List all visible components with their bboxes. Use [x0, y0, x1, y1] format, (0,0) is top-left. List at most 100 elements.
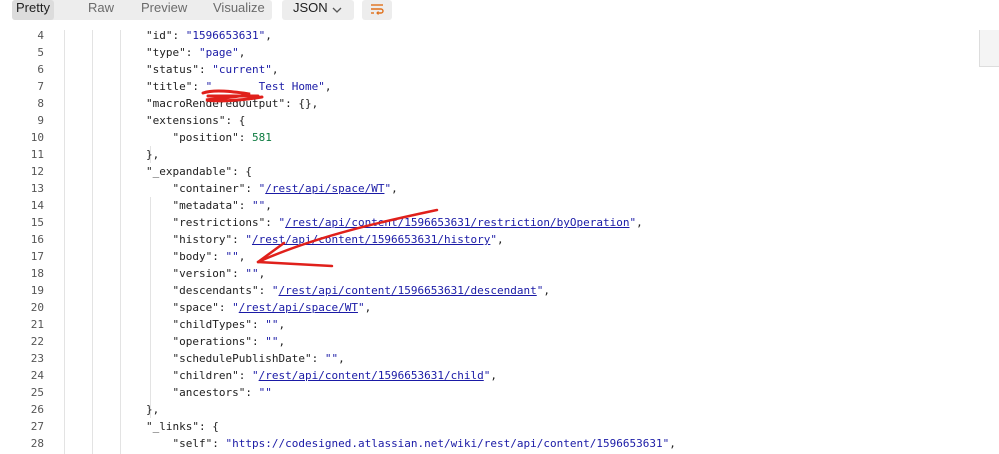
json-key: "extensions": [146, 114, 226, 127]
code-line: "descendants": "/rest/api/content/159665…: [146, 282, 551, 299]
json-string-value: "1596653631": [185, 29, 266, 42]
json-punctuation: [146, 131, 173, 144]
url-link[interactable]: /rest/api/content/1596653631/history: [252, 233, 490, 246]
json-string-value: "": [265, 335, 279, 348]
code-line: "_links": {: [146, 418, 219, 435]
code-line: "schedulePublishDate": "",: [146, 350, 345, 367]
json-key: "metadata": [172, 199, 239, 212]
line-number: 9: [37, 114, 44, 127]
line-number: 6: [37, 63, 44, 76]
indent-guide: [64, 30, 65, 454]
json-string-value: ": [251, 369, 259, 382]
line-number: 18: [30, 267, 44, 280]
tab-pretty[interactable]: Pretty: [12, 0, 54, 20]
json-key: "operations": [172, 335, 252, 348]
json-punctuation: :: [245, 386, 259, 399]
json-punctuation: [146, 284, 173, 297]
json-punctuation: ,: [669, 437, 676, 450]
line-number: 13: [30, 182, 44, 195]
line-number: 8: [37, 97, 44, 110]
json-key: "id": [146, 29, 173, 42]
json-key: "schedulePublishDate": [172, 352, 312, 365]
code-line: "ancestors": "": [146, 384, 272, 401]
json-punctuation: },: [146, 148, 160, 161]
tab-raw[interactable]: Raw: [88, 0, 114, 20]
line-number: 4: [37, 29, 44, 42]
json-punctuation: :: [232, 233, 246, 246]
url-link[interactable]: /rest/api/space/WT: [265, 182, 384, 195]
code-line: "version": "",: [146, 265, 266, 282]
code-line: "children": "/rest/api/content/159665363…: [146, 367, 498, 384]
json-string-value: "": [251, 199, 266, 212]
code-line: "history": "/rest/api/content/1596653631…: [146, 231, 504, 248]
tab-preview[interactable]: Preview: [141, 0, 187, 20]
url-link[interactable]: /rest/api/content/1596653631/descendant: [278, 284, 536, 297]
code-line: "container": "/rest/api/space/WT",: [146, 180, 398, 197]
json-punctuation: [146, 301, 173, 314]
json-string-value: "": [258, 386, 272, 399]
json-punctuation: : {: [225, 114, 246, 127]
code-line: "space": "/rest/api/space/WT",: [146, 299, 372, 316]
json-punctuation: [146, 352, 173, 365]
json-punctuation: ,: [271, 63, 279, 76]
code-line: "metadata": "",: [146, 197, 272, 214]
json-punctuation: [146, 437, 173, 450]
json-punctuation: :: [311, 352, 325, 365]
code-line: "status": "current",: [146, 61, 278, 78]
json-string-value: ": [245, 233, 252, 246]
json-punctuation: ,: [238, 46, 246, 59]
json-string-value: "current": [212, 63, 272, 76]
code-line: },: [146, 146, 159, 163]
json-string-value: ": [232, 301, 239, 314]
json-punctuation: [146, 369, 173, 382]
json-punctuation: :: [232, 267, 246, 280]
json-punctuation: ,: [543, 284, 550, 297]
line-number: 16: [30, 233, 44, 246]
json-key: "self": [172, 437, 213, 450]
line-number: 19: [30, 284, 44, 297]
json-punctuation: :: [258, 284, 272, 297]
indent-guide: [120, 30, 121, 454]
code-line: "self": "https://codesigned.atlassian.ne…: [146, 435, 676, 452]
line-number: 27: [30, 420, 44, 433]
code-line: "extensions": {: [146, 112, 245, 129]
format-select[interactable]: JSON: [282, 0, 354, 20]
json-punctuation: [146, 182, 173, 195]
json-string-value: "https://codesigned.atlassian.net/wiki/r…: [225, 437, 670, 450]
chevron-down-icon: [332, 3, 342, 19]
json-key: "title": [146, 80, 193, 93]
json-string-value: "page": [199, 46, 239, 59]
json-punctuation: ,: [391, 182, 398, 195]
code-line: "restrictions": "/rest/api/content/15966…: [146, 214, 643, 231]
code-line: "_expandable": {: [146, 163, 252, 180]
url-link[interactable]: /rest/api/content/1596653631/restriction…: [285, 216, 629, 229]
url-link[interactable]: /rest/api/space/WT: [239, 301, 358, 314]
json-key: "history": [172, 233, 233, 246]
json-punctuation: ,: [265, 199, 272, 212]
json-punctuation: :: [212, 437, 226, 450]
json-string-value: "": [225, 250, 239, 263]
json-number-value: 581: [251, 131, 272, 144]
json-punctuation: :: [198, 63, 213, 76]
code-line: "position": 581: [146, 129, 272, 146]
tab-visualize[interactable]: Visualize: [213, 0, 265, 20]
json-punctuation: :: [238, 369, 252, 382]
json-key: "body": [172, 250, 213, 263]
json-punctuation: [146, 250, 173, 263]
json-punctuation: [146, 318, 173, 331]
code-line: "macroRenderedOutput": {},: [146, 95, 318, 112]
json-punctuation: ,: [490, 369, 498, 382]
json-key: "children": [172, 369, 239, 382]
json-string-value: ": [357, 301, 365, 314]
view-mode-tabs: Pretty Raw Preview Visualize: [12, 0, 272, 20]
wrap-lines-button[interactable]: [362, 0, 392, 20]
line-number: 22: [30, 335, 44, 348]
json-punctuation: [146, 199, 173, 212]
line-number: 10: [30, 131, 44, 144]
url-link[interactable]: /rest/api/content/1596653631/child: [259, 369, 484, 382]
format-label: JSON: [293, 0, 328, 15]
code-line: "body": "",: [146, 248, 246, 265]
json-punctuation: :: [218, 301, 233, 314]
json-key: "descendants": [172, 284, 259, 297]
json-punctuation: :: [185, 46, 199, 59]
